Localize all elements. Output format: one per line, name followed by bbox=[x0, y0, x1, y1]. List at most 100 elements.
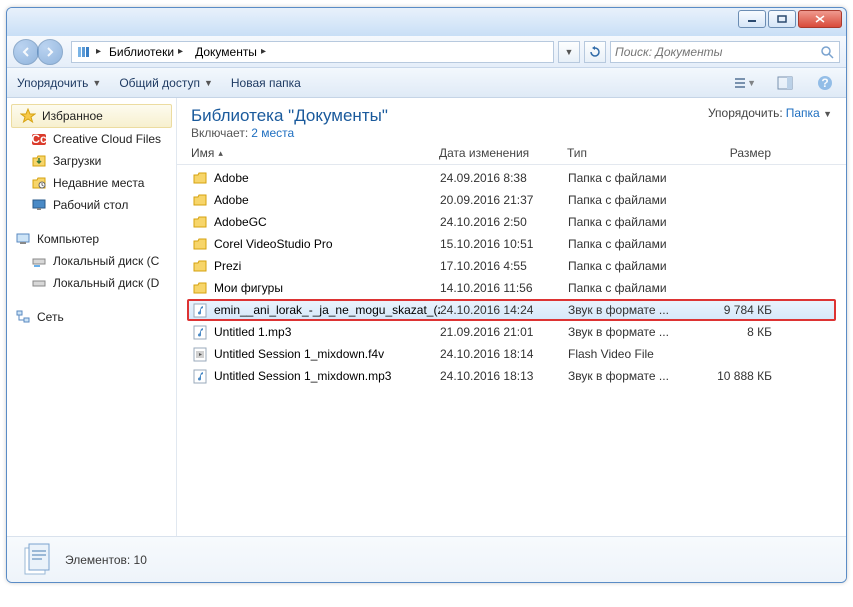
view-options-button[interactable]: ▼ bbox=[734, 72, 756, 94]
new-folder-button[interactable]: Новая папка bbox=[231, 76, 301, 90]
sidebar-header-computer[interactable]: Компьютер bbox=[7, 228, 176, 250]
file-date: 14.10.2016 11:56 bbox=[440, 281, 568, 295]
arrange-by: Упорядочить: Папка ▼ bbox=[708, 106, 832, 120]
file-row[interactable]: Corel VideoStudio Pro15.10.2016 10:51Пап… bbox=[187, 233, 836, 255]
network-icon bbox=[15, 309, 31, 325]
file-row[interactable]: Untitled 1.mp321.09.2016 21:01Звук в фор… bbox=[187, 321, 836, 343]
file-type: Звук в формате ... bbox=[568, 325, 692, 339]
file-date: 24.09.2016 8:38 bbox=[440, 171, 568, 185]
file-date: 24.10.2016 2:50 bbox=[440, 215, 568, 229]
item-label: Локальный диск (D bbox=[53, 276, 159, 290]
sidebar: Избранное CcCreative Cloud Files Загрузк… bbox=[7, 98, 177, 536]
file-date: 20.09.2016 21:37 bbox=[440, 193, 568, 207]
maximize-button[interactable] bbox=[768, 10, 796, 28]
status-text: Элементов: 10 bbox=[65, 553, 147, 567]
close-button[interactable] bbox=[798, 10, 842, 28]
refresh-button[interactable] bbox=[584, 41, 606, 63]
breadcrumb-libraries[interactable]: Библиотеки ▸ bbox=[105, 45, 187, 59]
forward-button[interactable] bbox=[37, 39, 63, 65]
search-input[interactable] bbox=[615, 45, 819, 59]
library-icon bbox=[76, 44, 92, 60]
sidebar-item-drive-c[interactable]: Локальный диск (C bbox=[7, 250, 176, 272]
downloads-icon bbox=[31, 153, 47, 169]
file-type: Папка с файлами bbox=[568, 171, 692, 185]
includes-link[interactable]: 2 места bbox=[251, 126, 294, 140]
file-row[interactable]: Adobe 20.09.2016 21:37Папка с файлами bbox=[187, 189, 836, 211]
file-row[interactable]: Untitled Session 1_mixdown.mp3 24.10.2016… bbox=[187, 365, 836, 387]
share-label: Общий доступ bbox=[119, 76, 200, 90]
file-row[interactable]: Prezi17.10.2016 4:55Папка с файлами bbox=[187, 255, 836, 277]
breadcrumb-label: Документы bbox=[195, 45, 257, 59]
desktop-icon bbox=[31, 197, 47, 213]
sidebar-item-downloads[interactable]: Загрузки bbox=[7, 150, 176, 172]
drive-icon bbox=[31, 253, 47, 269]
breadcrumb-documents[interactable]: Документы ▸ bbox=[191, 45, 270, 59]
file-row[interactable]: AdobeGC24.10.2016 2:50Папка с файлами bbox=[187, 211, 836, 233]
sidebar-network: Сеть bbox=[7, 306, 176, 328]
organize-menu[interactable]: Упорядочить ▼ bbox=[17, 76, 101, 90]
file-date: 24.10.2016 18:13 bbox=[440, 369, 568, 383]
library-header: Библиотека "Документы" Включает: 2 места… bbox=[177, 98, 846, 142]
sidebar-item-cc[interactable]: CcCreative Cloud Files bbox=[7, 128, 176, 150]
file-name: Мои фигуры bbox=[214, 281, 283, 295]
sidebar-item-recent[interactable]: Недавние места bbox=[7, 172, 176, 194]
col-name[interactable]: Имя ▴ bbox=[191, 146, 439, 160]
file-name: Untitled Session 1_mixdown.mp3 bbox=[214, 369, 391, 383]
file-type: Звук в формате ... bbox=[568, 303, 692, 317]
file-row[interactable]: emin__ani_lorak_-_ja_ne_mogu_skazat_(z..… bbox=[187, 299, 836, 321]
toolbar: Упорядочить ▼ Общий доступ ▼ Новая папка… bbox=[7, 68, 846, 98]
file-date: 17.10.2016 4:55 bbox=[440, 259, 568, 273]
folder-icon bbox=[192, 280, 208, 296]
address-dropdown[interactable]: ▼ bbox=[558, 41, 580, 63]
arrange-dropdown[interactable]: Папка ▼ bbox=[786, 106, 832, 120]
audio-icon bbox=[192, 368, 208, 384]
address-bar[interactable]: ▸ Библиотеки ▸ Документы ▸ bbox=[71, 41, 554, 63]
file-date: 24.10.2016 18:14 bbox=[440, 347, 568, 361]
file-row[interactable]: Untitled Session 1_mixdown.f4v 24.10.2016… bbox=[187, 343, 836, 365]
folder-icon bbox=[192, 258, 208, 274]
file-name: emin__ani_lorak_-_ja_ne_mogu_skazat_(z..… bbox=[214, 303, 440, 317]
search-box[interactable] bbox=[610, 41, 840, 63]
navbar: ▸ Библиотеки ▸ Документы ▸ ▼ bbox=[7, 36, 846, 68]
computer-icon bbox=[15, 231, 31, 247]
sidebar-header-favorites[interactable]: Избранное bbox=[11, 104, 172, 128]
sidebar-item-desktop[interactable]: Рабочий стол bbox=[7, 194, 176, 216]
sidebar-computer: Компьютер Локальный диск (C Локальный ди… bbox=[7, 228, 176, 294]
file-name: Untitled Session 1_mixdown.f4v bbox=[214, 347, 384, 361]
file-name: Adobe bbox=[214, 193, 249, 207]
breadcrumb-label: Библиотеки bbox=[109, 45, 174, 59]
col-size[interactable]: Размер bbox=[691, 146, 771, 160]
file-row[interactable]: Мои фигуры14.10.2016 11:56Папка с файлам… bbox=[187, 277, 836, 299]
back-button[interactable] bbox=[13, 39, 39, 65]
item-label: Creative Cloud Files bbox=[53, 132, 161, 146]
item-label: Недавние места bbox=[53, 176, 144, 190]
sidebar-item-drive-d[interactable]: Локальный диск (D bbox=[7, 272, 176, 294]
item-label: Рабочий стол bbox=[53, 198, 128, 212]
chevron-right-icon: ▸ bbox=[261, 46, 266, 57]
col-type[interactable]: Тип bbox=[567, 146, 691, 160]
explorer-window: ▸ Библиотеки ▸ Документы ▸ ▼ Упорядочить ▼… bbox=[6, 7, 847, 583]
search-icon bbox=[819, 44, 835, 60]
preview-pane-button[interactable] bbox=[774, 72, 796, 94]
sidebar-header-network[interactable]: Сеть bbox=[7, 306, 176, 328]
file-list: Adobe24.09.2016 8:38Папка с файламиAdobe… bbox=[177, 165, 846, 389]
chevron-right-icon: ▸ bbox=[178, 46, 183, 57]
folder-icon bbox=[192, 170, 208, 186]
item-label: Локальный диск (C bbox=[53, 254, 159, 268]
col-date[interactable]: Дата изменения bbox=[439, 146, 567, 160]
chevron-right-icon[interactable]: ▸ bbox=[96, 46, 101, 57]
favorites-label: Избранное bbox=[42, 109, 103, 123]
video-icon bbox=[192, 346, 208, 362]
minimize-button[interactable] bbox=[738, 10, 766, 28]
file-type: Папка с файлами bbox=[568, 193, 692, 207]
file-date: 24.10.2016 14:24 bbox=[440, 303, 568, 317]
file-row[interactable]: Adobe 24.09.2016 8:38Папка с файлами bbox=[187, 167, 836, 189]
main-pane: Библиотека "Документы" Включает: 2 места… bbox=[177, 98, 846, 536]
documents-icon bbox=[19, 542, 55, 578]
svg-text:?: ? bbox=[821, 76, 828, 90]
help-button[interactable]: ? bbox=[814, 72, 836, 94]
body: Избранное CcCreative Cloud Files Загрузк… bbox=[7, 98, 846, 536]
share-menu[interactable]: Общий доступ ▼ bbox=[119, 76, 213, 90]
file-name: Adobe bbox=[214, 171, 249, 185]
file-size: 9 784 КБ bbox=[692, 303, 772, 317]
